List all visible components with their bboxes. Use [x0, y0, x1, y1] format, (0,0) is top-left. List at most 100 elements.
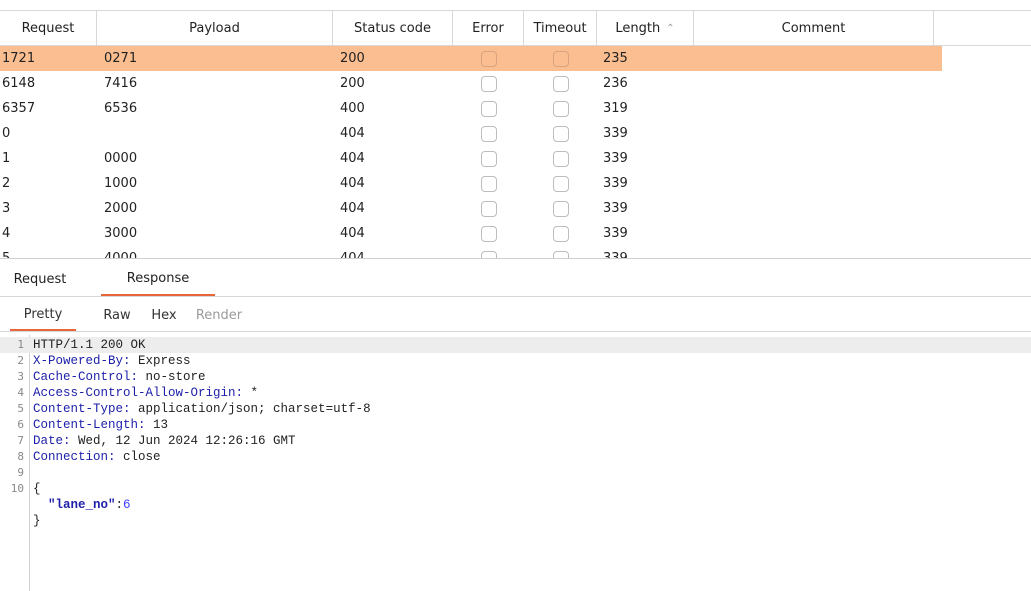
line-number: 3 — [17, 370, 24, 383]
json-value: 6 — [123, 498, 131, 512]
header-name: Content-Length: — [33, 418, 146, 432]
line-number: 6 — [17, 418, 24, 431]
results-table: Request Payload Status code Error Timeou… — [0, 10, 1031, 259]
table-header: Request Payload Status code Error Timeou… — [0, 11, 1031, 46]
tab-response[interactable]: Response — [101, 262, 215, 296]
cell-status-code: 404 — [340, 226, 365, 241]
header-name: Access-Control-Allow-Origin: — [33, 386, 244, 400]
error-checkbox[interactable] — [480, 175, 497, 192]
table-row[interactable]: 4 3000 404 339 — [0, 221, 1031, 246]
cell-payload: 0000 — [104, 151, 138, 166]
tab-pretty[interactable]: Pretty — [10, 299, 76, 331]
col-request[interactable]: Request — [0, 11, 97, 45]
error-checkbox[interactable] — [480, 150, 497, 167]
message-tabs: Request Response — [0, 260, 1031, 297]
error-checkbox[interactable] — [480, 125, 497, 142]
col-comment[interactable]: Comment — [694, 11, 934, 45]
col-payload-label: Payload — [189, 20, 240, 36]
header-value: Wed, 12 Jun 2024 12:26:16 GMT — [70, 434, 296, 448]
header-value: application/json; charset=utf-8 — [130, 402, 371, 416]
tab-response-label: Response — [126, 270, 190, 286]
line-code: "lane_no":6 — [48, 498, 131, 512]
cell-payload: 2000 — [104, 201, 138, 216]
col-status-label: Status code — [354, 20, 431, 36]
table-row[interactable]: 1 0000 404 339 — [0, 146, 1031, 171]
line-number: 1 — [17, 338, 24, 351]
cell-length: 339 — [603, 201, 628, 216]
line-code: X-Powered-By: Express — [33, 353, 191, 369]
editor-line: } — [0, 513, 1031, 529]
error-checkbox[interactable] — [480, 225, 497, 242]
col-length-label: Length — [615, 20, 661, 36]
editor-line: "lane_no":6 — [0, 497, 1031, 513]
cell-request: 2 — [2, 176, 11, 191]
col-error[interactable]: Error — [453, 11, 524, 45]
cell-error — [453, 175, 524, 192]
timeout-checkbox[interactable] — [552, 175, 569, 192]
cell-status-code: 404 — [340, 201, 365, 216]
tab-hex[interactable]: Hex — [149, 299, 179, 331]
col-timeout[interactable]: Timeout — [524, 11, 597, 45]
cell-timeout — [524, 125, 597, 142]
header-name: Date: — [33, 434, 71, 448]
table-row[interactable]: 1721 0271 200 235 — [0, 46, 942, 71]
table-row[interactable]: 2 1000 404 339 — [0, 171, 1031, 196]
table-row[interactable]: 0 404 339 — [0, 121, 1031, 146]
col-status-code[interactable]: Status code — [333, 11, 453, 45]
tab-request[interactable]: Request — [0, 262, 80, 296]
cell-timeout — [524, 200, 597, 217]
cell-payload: 1000 — [104, 176, 138, 191]
cell-timeout — [524, 225, 597, 242]
table-row[interactable]: 6357 6536 400 319 — [0, 96, 1031, 121]
cell-payload: 0271 — [104, 51, 138, 66]
tab-render[interactable]: Render — [194, 299, 244, 331]
split-divider[interactable] — [0, 258, 1031, 259]
col-length[interactable]: Length ⌃ — [597, 11, 694, 45]
response-editor[interactable]: 1 HTTP/1.1 200 OK 2 X-Powered-By: Express 3 C… — [0, 333, 1031, 591]
cell-error — [453, 150, 524, 167]
line-text: HTTP/1.1 200 OK — [33, 338, 146, 352]
sort-ascending-icon: ⌃ — [666, 22, 675, 34]
cell-error — [453, 200, 524, 217]
line-code: Content-Length: 13 — [33, 417, 168, 433]
error-checkbox[interactable] — [480, 75, 497, 92]
line-text: } — [33, 514, 41, 528]
editor-line: 1 HTTP/1.1 200 OK — [0, 337, 1031, 353]
cell-status-code: 404 — [340, 176, 365, 191]
line-number: 9 — [17, 466, 24, 479]
editor-line: 3 Cache-Control: no-store — [0, 369, 1031, 385]
table-row[interactable]: 6148 7416 200 236 — [0, 71, 1031, 96]
line-number: 5 — [17, 402, 24, 415]
col-payload[interactable]: Payload — [97, 11, 333, 45]
cell-request: 1 — [2, 151, 11, 166]
table-row[interactable]: 3 2000 404 339 — [0, 196, 1031, 221]
table-body: 1721 0271 200 235 6148 7416 200 236 6357 6536 400 3… — [0, 46, 1031, 259]
line-code: Date: Wed, 12 Jun 2024 12:26:16 GMT — [33, 433, 296, 449]
cell-status-code: 200 — [340, 51, 365, 66]
cell-status-code: 404 — [340, 126, 365, 141]
error-checkbox[interactable] — [480, 100, 497, 117]
timeout-checkbox[interactable] — [552, 50, 569, 67]
col-error-label: Error — [472, 20, 504, 36]
timeout-checkbox[interactable] — [552, 75, 569, 92]
error-checkbox[interactable] — [480, 200, 497, 217]
header-value: no-store — [138, 370, 206, 384]
timeout-checkbox[interactable] — [552, 150, 569, 167]
cell-timeout — [524, 150, 597, 167]
editor-line: 5 Content-Type: application/json; charset… — [0, 401, 1031, 417]
cell-payload: 7416 — [104, 76, 138, 91]
error-checkbox[interactable] — [480, 50, 497, 67]
tab-request-label: Request — [13, 271, 67, 287]
timeout-checkbox[interactable] — [552, 225, 569, 242]
editor-line: 2 X-Powered-By: Express — [0, 353, 1031, 369]
timeout-checkbox[interactable] — [552, 125, 569, 142]
cell-status-code: 400 — [340, 101, 365, 116]
cell-status-code: 404 — [340, 151, 365, 166]
timeout-checkbox[interactable] — [552, 200, 569, 217]
header-value: close — [115, 450, 161, 464]
timeout-checkbox[interactable] — [552, 100, 569, 117]
header-value: Express — [130, 354, 191, 368]
cell-request: 1721 — [2, 51, 36, 66]
tab-raw[interactable]: Raw — [102, 299, 132, 331]
cell-error — [453, 225, 524, 242]
